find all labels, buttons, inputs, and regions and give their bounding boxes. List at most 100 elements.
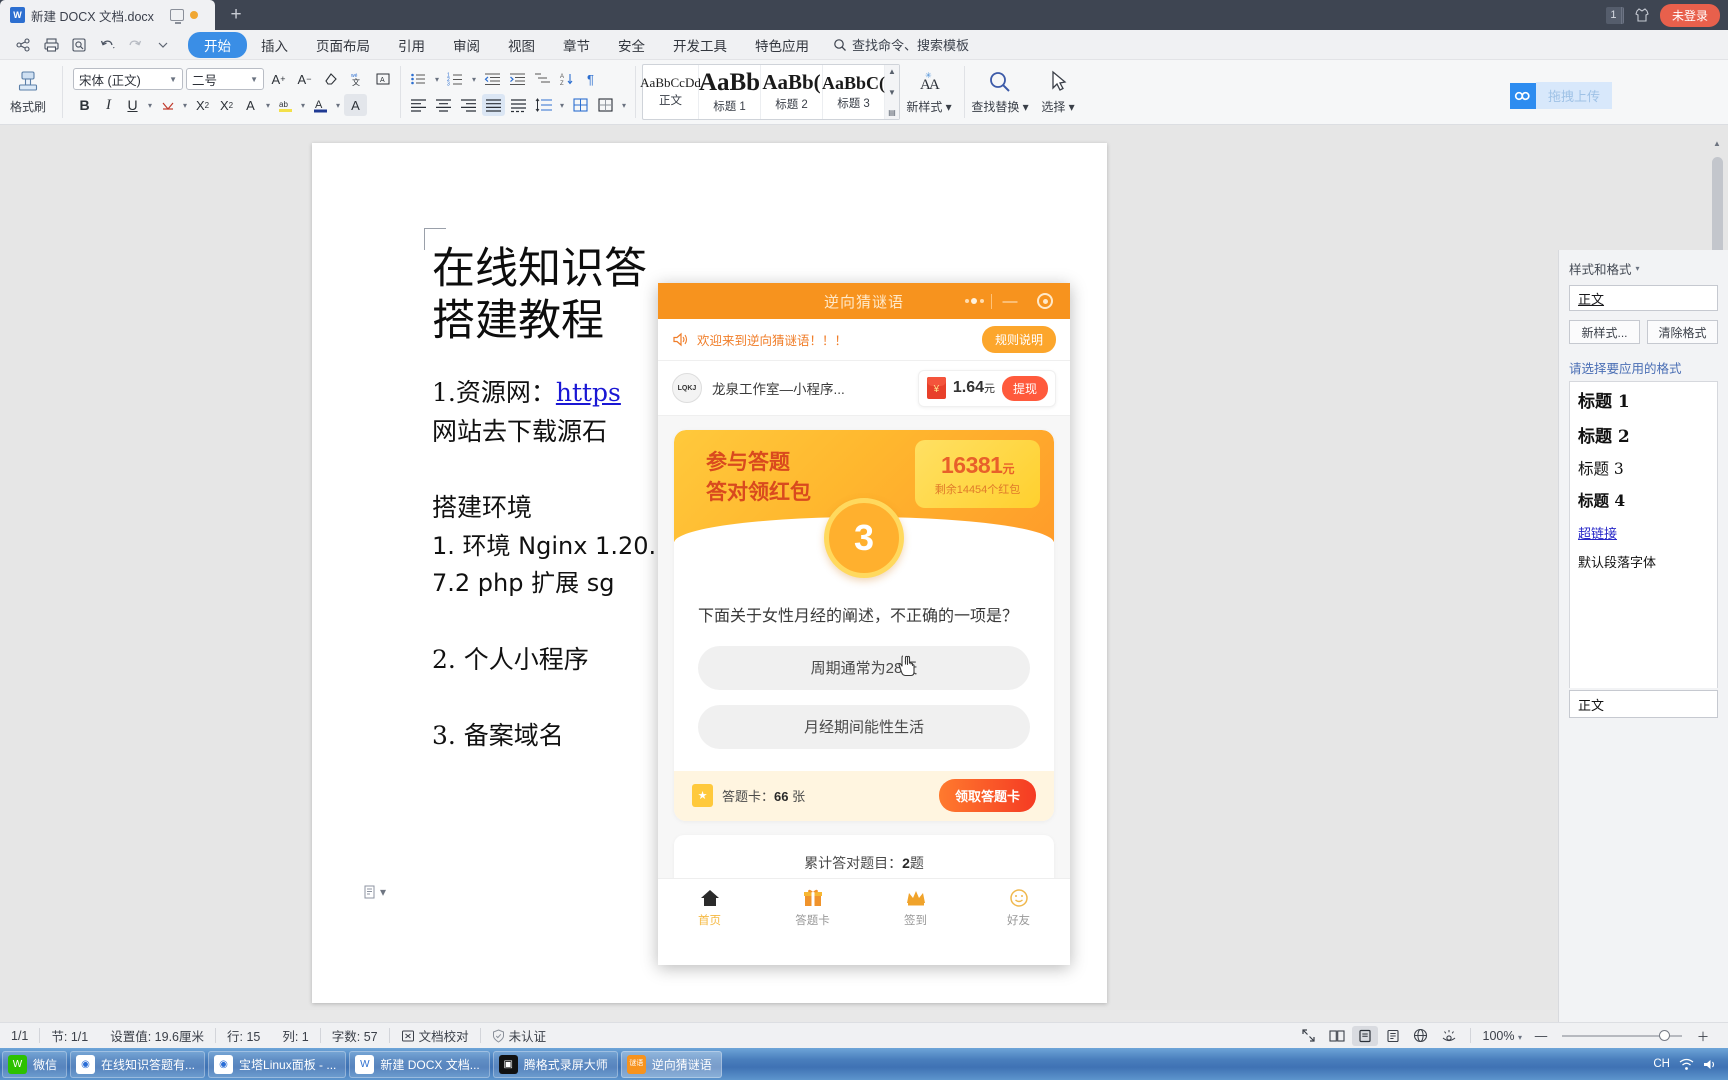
borders-dropdown[interactable]: ▾ — [619, 94, 629, 116]
share-icon[interactable] — [10, 33, 36, 57]
pinyin-guide-icon[interactable]: wé 文 — [345, 68, 368, 90]
scroll-up-icon[interactable]: ▲ — [888, 67, 896, 76]
underline-button[interactable]: U — [121, 94, 144, 116]
miniprogram-window[interactable]: 逆向猜谜语 — 欢迎来到逆向猜谜语！！！ 规则说明 LQKJ 龙泉工作室—小程序… — [658, 283, 1070, 965]
style-list-item-heading1[interactable]: 标题 1 — [1570, 382, 1717, 417]
underline-dropdown[interactable]: ▾ — [145, 94, 155, 116]
decrease-indent-button[interactable] — [481, 68, 504, 90]
status-setting[interactable]: 设置值: 19.6厘米 — [99, 1026, 215, 1045]
styles-panel-header[interactable]: 样式和格式 ▾ — [1559, 250, 1728, 285]
tab-page-layout[interactable]: 页面布局 — [302, 32, 384, 58]
status-page[interactable]: 1/1 — [0, 1029, 39, 1043]
clear-formatting-icon[interactable] — [319, 68, 342, 90]
distribute-button[interactable] — [507, 94, 530, 116]
paragraph-layout-button[interactable] — [569, 94, 592, 116]
numbered-list-dropdown[interactable]: ▾ — [469, 68, 479, 90]
zoom-out-button[interactable]: — — [1528, 1026, 1554, 1046]
numbered-list-button[interactable]: 123 — [444, 68, 467, 90]
undo-icon[interactable] — [94, 33, 120, 57]
sort-button[interactable]: AZ — [556, 68, 579, 90]
wallet-widget[interactable]: ¥ 1.64元 提现 — [917, 369, 1056, 407]
scroll-up-icon[interactable]: ▲ — [1713, 139, 1721, 148]
select-button[interactable]: 选择 ▾ — [1029, 62, 1087, 122]
answer-option-2[interactable]: 月经期间能性生活 — [698, 704, 1030, 749]
style-option-heading2[interactable]: AaBb( 标题 2 — [761, 65, 823, 119]
tab-checkin[interactable]: 签到 — [864, 888, 967, 928]
tab-friends[interactable]: 好友 — [967, 888, 1070, 928]
borders-button[interactable] — [594, 94, 617, 116]
tab-review[interactable]: 审阅 — [439, 32, 494, 58]
ime-indicator[interactable]: CH — [1653, 1058, 1670, 1070]
zoom-slider-knob[interactable] — [1659, 1029, 1670, 1041]
tab-security[interactable]: 安全 — [604, 32, 659, 58]
redo-icon[interactable] — [122, 33, 148, 57]
text-effects-button[interactable]: A — [239, 94, 262, 116]
withdraw-button[interactable]: 提现 — [1001, 375, 1048, 401]
scroll-expand-icon[interactable]: ▤ — [888, 108, 896, 117]
monitor-icon[interactable] — [169, 9, 184, 24]
bullet-list-dropdown[interactable]: ▾ — [432, 68, 442, 90]
clear-format-button[interactable]: 清除格式 — [1647, 320, 1718, 344]
tab-dev-tools[interactable]: 开发工具 — [659, 32, 741, 58]
minimize-icon[interactable]: — — [992, 293, 1028, 310]
close-icon[interactable] — [1028, 293, 1062, 309]
eye-protection-icon[interactable] — [1436, 1026, 1462, 1046]
find-replace-button[interactable]: 查找替换 ▾ — [971, 62, 1029, 122]
current-style-field[interactable]: 正文 — [1569, 285, 1718, 311]
tab-section[interactable]: 章节 — [549, 32, 604, 58]
line-spacing-dropdown[interactable]: ▾ — [557, 94, 567, 116]
status-row[interactable]: 行: 15 — [216, 1026, 271, 1045]
style-option-heading3[interactable]: AaBbC( 标题 3 — [822, 65, 885, 119]
web-view-icon[interactable] — [1408, 1026, 1434, 1046]
new-style-button[interactable]: A A ✳ 新样式 ▾ — [900, 62, 958, 122]
taskbar-item-browser-bt-panel[interactable]: ◉ 宝塔Linux面板 - ... — [208, 1050, 347, 1078]
taskbar-item-screen-recorder[interactable]: ▣ 腾格式录屏大师 — [492, 1050, 618, 1078]
tab-insert[interactable]: 插入 — [247, 32, 302, 58]
cloud-upload-widget[interactable]: 拖拽上传 — [1509, 82, 1612, 109]
text-effects-dropdown[interactable]: ▾ — [263, 94, 273, 116]
subscript-button[interactable]: X2 — [215, 94, 238, 116]
align-left-button[interactable] — [407, 94, 430, 116]
status-section[interactable]: 节: 1/1 — [40, 1026, 99, 1045]
customize-quick-access-icon[interactable] — [150, 33, 176, 57]
strikethrough-dropdown[interactable]: ▾ — [180, 94, 190, 116]
scroll-down-icon[interactable]: ▼ — [888, 88, 896, 97]
doc-hyperlink[interactable]: https — [556, 378, 621, 407]
font-name-input[interactable]: 宋体 (正文) ▼ — [73, 68, 183, 90]
bold-button[interactable]: B — [73, 94, 96, 116]
taskbar-item-wps-document[interactable]: W 新建 DOCX 文档... — [349, 1050, 490, 1078]
style-gallery-scrollbar[interactable]: ▲ ▼ ▤ — [885, 65, 899, 119]
increase-font-size-button[interactable]: A + — [267, 68, 290, 90]
volume-icon[interactable] — [1703, 1058, 1718, 1071]
format-painter-button[interactable]: 格式刷 — [0, 62, 56, 122]
zoom-in-button[interactable]: ＋ — [1690, 1026, 1716, 1046]
align-center-button[interactable] — [432, 94, 455, 116]
style-option-heading1[interactable]: AaBb 标题 1 — [699, 65, 761, 119]
style-list-item-hyperlink[interactable]: 超链接 — [1570, 516, 1717, 547]
tab-references[interactable]: 引用 — [384, 32, 439, 58]
new-style-button[interactable]: 新样式... — [1569, 320, 1640, 344]
character-shading-button[interactable]: A — [344, 94, 367, 116]
highlight-color-button[interactable]: ab — [274, 94, 297, 116]
tab-start[interactable]: 开始 — [188, 31, 247, 58]
strikethrough-button[interactable] — [156, 94, 179, 116]
taskbar-item-browser-quiz[interactable]: ◉ 在线知识答题有... — [70, 1050, 206, 1078]
rule-explain-button[interactable]: 规则说明 — [981, 326, 1056, 353]
zoom-level[interactable]: 100% ▾ — [1479, 1029, 1526, 1043]
style-option-normal[interactable]: AaBbCcDd 正文 — [640, 65, 701, 119]
status-certification[interactable]: 未认证 — [481, 1026, 558, 1045]
align-right-button[interactable] — [457, 94, 480, 116]
fullscreen-icon[interactable] — [1296, 1026, 1322, 1046]
status-proofread[interactable]: 文档校对 — [390, 1026, 480, 1045]
character-border-icon[interactable]: A — [371, 68, 394, 90]
chevron-down-icon[interactable]: ▾ — [1636, 264, 1640, 273]
more-options-icon[interactable] — [957, 298, 991, 304]
taskbar-item-riddle-miniprogram[interactable]: 谜语 逆向猜谜语 — [620, 1050, 722, 1078]
italic-button[interactable]: I — [97, 94, 120, 116]
superscript-button[interactable]: X2 — [191, 94, 214, 116]
print-preview-icon[interactable] — [66, 33, 92, 57]
command-search[interactable]: 查找命令、搜索模板 — [833, 35, 969, 54]
skin-shirt-icon[interactable] — [1634, 7, 1650, 23]
style-list-item-default-paragraph-font[interactable]: 默认段落字体 — [1570, 547, 1717, 576]
answer-option-1[interactable]: 周期通常为28天 — [698, 645, 1030, 690]
